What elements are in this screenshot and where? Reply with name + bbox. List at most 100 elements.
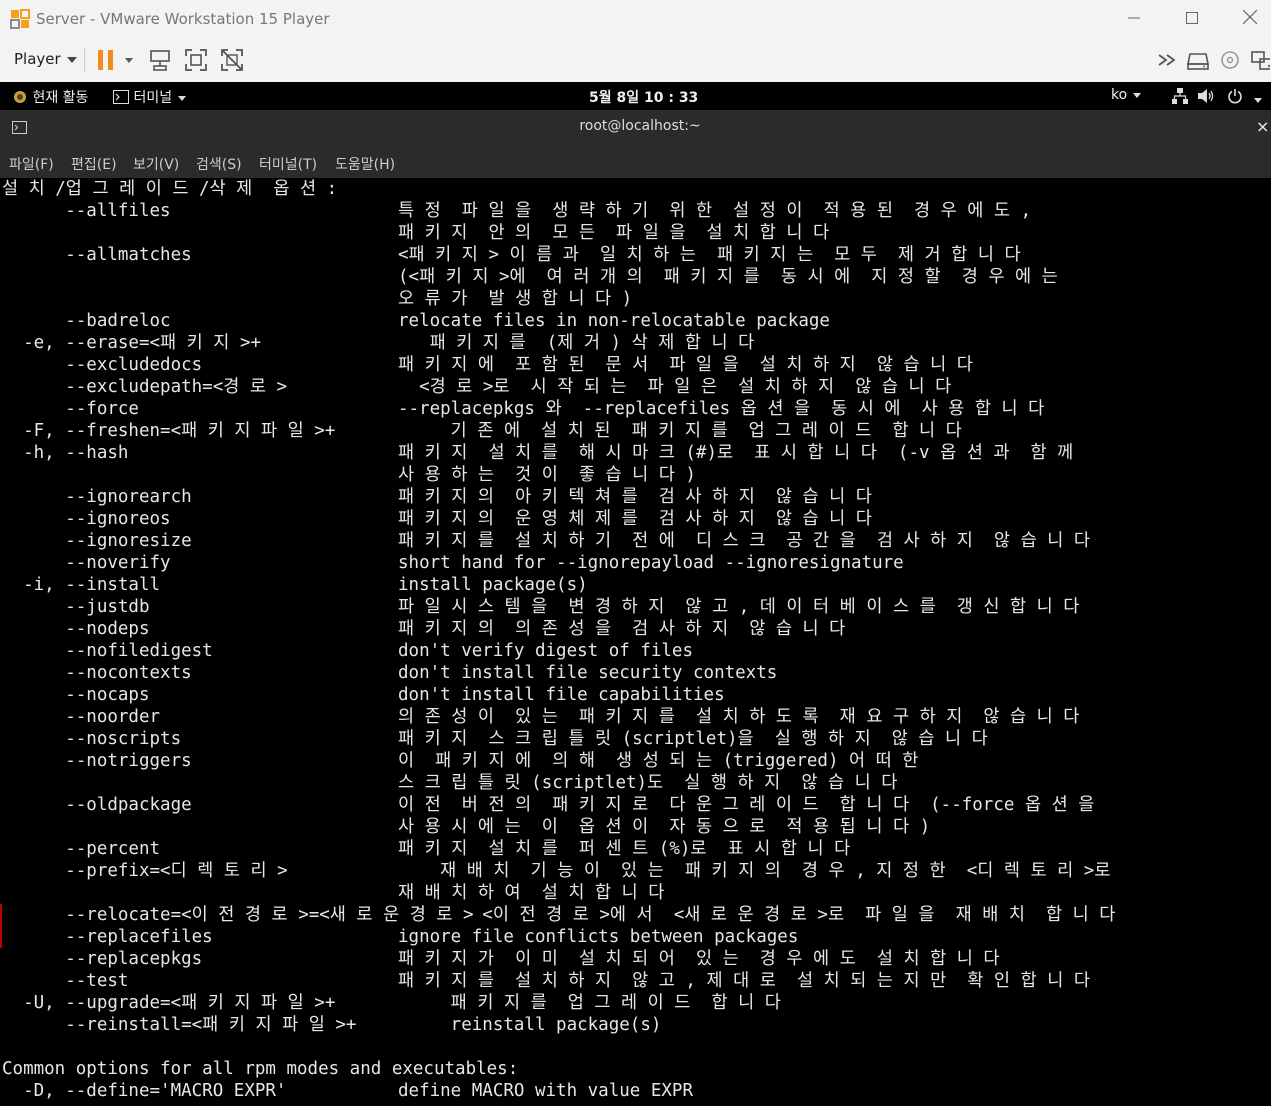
more-devices-button[interactable] — [1156, 48, 1180, 72]
option-name: --replacefiles — [2, 927, 213, 947]
option-description: <이 전 경 로 >에 서 <새 로 운 경 로 >로 파 일 을 재 배 치 … — [398, 905, 1116, 925]
unity-button[interactable] — [220, 48, 244, 72]
option-description: relocate files in non-relocatable packag… — [398, 311, 830, 331]
pause-dropdown-button[interactable] — [122, 48, 136, 72]
option-name: --test — [2, 971, 129, 991]
option-description: 패 키 지 설 치 를 해 시 마 크 (#)로 표 시 합 니 다 (-v 옵… — [398, 443, 1074, 463]
option-description: <경 로 >로 시 작 되 는 파 일 은 설 치 하 지 않 습 니 다 — [398, 377, 952, 397]
option-description: don't verify digest of files — [398, 641, 694, 661]
option-name: --excludedocs — [2, 355, 203, 375]
option-name: --noorder — [2, 707, 161, 727]
option-name: -U, --upgrade=<패 키 지 파 일 >+ — [2, 993, 336, 1013]
system-menu-button[interactable] — [1172, 88, 1263, 108]
send-ctrl-alt-del-button[interactable] — [148, 48, 172, 72]
option-description: 패 키 지 가 이 미 설 치 되 어 있 는 경 우 에 도 설 치 합 니 … — [398, 949, 1000, 969]
option-name: --oldpackage — [2, 795, 192, 815]
menu-view[interactable]: 보기(V) — [133, 154, 179, 174]
activities-label: 현재 활동 — [32, 90, 89, 106]
terminal-icon — [113, 90, 129, 104]
option-description: 패 키 지 스 크 립 틀 릿 (scriptlet)을 실 행 하 지 않 습… — [398, 729, 988, 749]
option-name: --ignorearch — [2, 487, 192, 507]
terminal-header-bar: root@localhost:~ × — [0, 110, 1271, 146]
window-title: Server - VMware Workstation 15 Player — [36, 10, 330, 28]
maximize-icon[interactable] — [1179, 6, 1205, 32]
terminal-close-button[interactable]: × — [1256, 117, 1269, 136]
option-description: 패 키 지 를 설 치 하 지 않 고 , 제 대 로 설 치 되 는 지 만 … — [398, 971, 1090, 991]
terminal-menu-bar: 파일(F) 편집(E) 보기(V) 검색(S) 터미널(T) 도움말(H) — [0, 146, 1271, 178]
option-name: --force — [2, 399, 139, 419]
menu-terminal[interactable]: 터미널(T) — [259, 154, 317, 174]
network-icon — [1172, 88, 1188, 104]
option-name: --reinstall=<패 키 지 파 일 >+ — [2, 1015, 357, 1035]
option-name: --prefix=<디 렉 토 리 > — [2, 861, 288, 881]
option-description: short hand for --ignorepayload --ignores… — [398, 553, 904, 573]
player-menu-button[interactable]: Player — [14, 50, 77, 68]
cd-dvd-button[interactable] — [1218, 48, 1242, 72]
option-description: 이 패 키 지 에 의 해 생 성 되 는 (triggered) 어 떠 한 — [398, 751, 919, 771]
option-description: 이 전 버 전 의 패 키 지 로 다 운 그 레 이 드 합 니 다 (--f… — [398, 795, 1095, 815]
hard-disk-icon — [1187, 53, 1209, 70]
menu-search[interactable]: 검색(S) — [196, 154, 242, 174]
option-description: 재 배 치 기 능 이 있 는 패 키 지 의 경 우 , 지 정 한 <디 렉… — [398, 861, 1111, 881]
option-name: 설 치 /업 그 레 이 드 /삭 제 옵 션 : — [2, 179, 338, 199]
option-name: --percent — [2, 839, 161, 859]
option-description: 패 키 지 설 치 를 퍼 센 트 (%)로 표 시 합 니 다 — [398, 839, 851, 859]
chevron-down-icon — [66, 56, 77, 63]
menu-edit[interactable]: 편집(E) — [71, 154, 117, 174]
player-label: Player — [14, 50, 61, 68]
network-computer-icon — [150, 50, 170, 71]
menu-file[interactable]: 파일(F) — [9, 154, 54, 174]
option-description: 사 용 시 에 는 이 옵 션 이 자 동 으 로 적 용 됩 니 다 ) — [398, 817, 931, 837]
option-name: --nocontexts — [2, 663, 192, 683]
clock[interactable]: 5월 8일 10 : 33 — [589, 87, 698, 107]
option-description: 오 류 가 발 생 합 니 다 ) — [398, 289, 633, 309]
chevron-down-icon — [177, 96, 186, 101]
option-description: (<패 키 지 >에 여 러 개 의 패 키 지 를 동 시 에 지 정 할 경… — [398, 267, 1058, 287]
option-name: --nocaps — [2, 685, 150, 705]
option-name: -e, --erase=<패 키 지 >+ — [2, 333, 262, 353]
option-name: --ignoreos — [2, 509, 171, 529]
network-adapter-button[interactable] — [1250, 48, 1270, 72]
window-title-bar: Server - VMware Workstation 15 Player — [0, 0, 1272, 38]
hard-disk-button[interactable] — [1186, 48, 1210, 72]
chevron-down-icon — [1132, 93, 1141, 98]
option-name: --allfiles — [2, 201, 171, 221]
gnome-top-bar: 현재 활동 터미널 5월 8일 10 : 33 ko — [0, 82, 1271, 110]
option-name: --allmatches — [2, 245, 192, 265]
menu-help[interactable]: 도움말(H) — [335, 154, 395, 174]
app-menu-label: 터미널 — [133, 90, 173, 106]
option-description: 패 키 지 를 설 치 하 기 전 에 디 스 크 공 간 을 검 사 하 지 … — [398, 531, 1090, 551]
option-description: reinstall package(s) — [398, 1015, 662, 1035]
option-name: --nodeps — [2, 619, 150, 639]
terminal-title: root@localhost:~ — [579, 118, 701, 134]
option-description: 스 크 립 틀 릿 (scriptlet)도 실 행 하 지 않 습 니 다 — [398, 773, 898, 793]
chevron-down-icon — [125, 58, 133, 63]
option-description: define MACRO with value EXPR — [398, 1081, 694, 1101]
option-description: 기 존 에 설 치 된 패 키 지 를 업 그 레 이 드 합 니 다 — [398, 421, 962, 441]
network-adapter-icon — [1251, 51, 1270, 70]
chevron-down-icon — [1254, 98, 1263, 103]
vmware-toolbar: Player — [0, 38, 1271, 83]
option-name: -h, --hash — [2, 443, 129, 463]
option-description: 패 키 지 의 의 존 성 을 검 사 하 지 않 습 니 다 — [398, 619, 846, 639]
terminal-output[interactable]: 설 치 /업 그 레 이 드 /삭 제 옵 션 : --allfiles 특 정 … — [0, 178, 1271, 1106]
input-method-button[interactable]: ko — [1111, 87, 1142, 103]
pause-button[interactable] — [96, 48, 120, 72]
volume-icon — [1198, 89, 1214, 103]
toolbar-divider — [84, 48, 85, 72]
option-name: --noscripts — [2, 729, 182, 749]
option-name: -F, --freshen=<패 키 지 파 일 >+ — [2, 421, 336, 441]
option-name: --justdb — [2, 597, 150, 617]
app-menu-button[interactable]: 터미널 — [113, 87, 187, 107]
option-name: --badreloc — [2, 311, 171, 331]
minimize-icon[interactable] — [1121, 6, 1147, 32]
option-description: 패 키 지 의 운 영 체 제 를 검 사 하 지 않 습 니 다 — [398, 509, 872, 529]
option-description: 재 배 치 하 여 설 치 합 니 다 — [398, 883, 665, 903]
option-description: <패 키 지 > 이 름 과 일 치 하 는 패 키 지 는 모 두 제 거 합… — [398, 245, 1021, 265]
option-description: install package(s) — [398, 575, 588, 595]
close-icon[interactable] — [1237, 6, 1263, 32]
activities-button[interactable]: 현재 활동 — [12, 87, 88, 107]
fullscreen-button[interactable] — [184, 48, 208, 72]
option-description: 사 용 하 는 것 이 좋 습 니 다 ) — [398, 465, 696, 485]
option-description: 패 키 지 에 포 함 된 문 서 파 일 을 설 치 하 지 않 습 니 다 — [398, 355, 973, 375]
